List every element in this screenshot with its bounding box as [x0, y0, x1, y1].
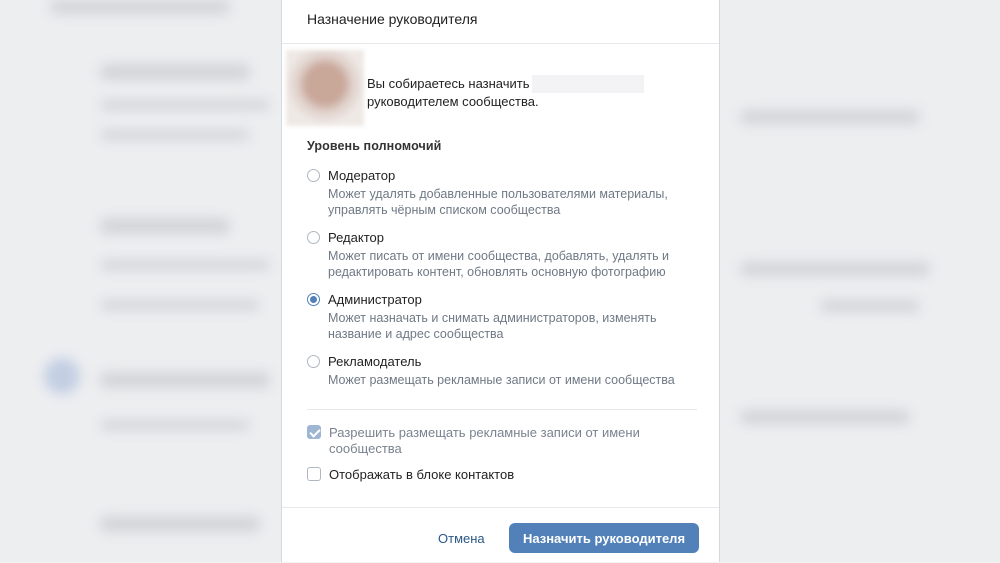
intro-line2: руководителем сообщества. [367, 94, 539, 109]
allow-ads-checkbox[interactable] [307, 425, 321, 439]
show-in-contacts-label: Отображать в блоке контактов [329, 467, 515, 482]
option-title: Модератор [328, 168, 396, 183]
divider [307, 409, 697, 410]
option-title: Администратор [328, 292, 422, 307]
assign-manager-modal: Назначение руководителя Вы собираетесь н… [281, 0, 720, 562]
option-description: Может удалять добавленные пользователями… [328, 187, 668, 217]
moderator-radio[interactable] [307, 169, 320, 182]
permission-level-heading: Уровень полномочий [307, 139, 442, 153]
modal-title: Назначение руководителя [282, 0, 719, 44]
option-description: Может назначать и снимать администраторо… [328, 311, 657, 341]
allow-ads-label: Разрешить размещать рекламные записи от … [329, 425, 640, 456]
administrator-radio[interactable] [307, 293, 320, 306]
option-description: Может размещать рекламные записи от имен… [328, 373, 675, 387]
advertiser-radio[interactable] [307, 355, 320, 368]
option-description: Может писать от имени сообщества, добавл… [328, 249, 670, 279]
cancel-button[interactable]: Отмена [426, 523, 497, 553]
editor-radio[interactable] [307, 231, 320, 244]
intro-block: Вы собираетесь назначить руководителем с… [282, 44, 719, 126]
show-in-contacts-checkbox[interactable] [307, 467, 321, 481]
user-avatar [286, 50, 364, 126]
user-name-hidden [531, 75, 644, 93]
option-title: Редактор [328, 230, 384, 245]
assign-manager-button[interactable]: Назначить руководителя [509, 523, 699, 553]
intro-line1: Вы собираетесь назначить [367, 76, 530, 91]
intro-text: Вы собираетесь назначить руководителем с… [367, 75, 644, 111]
option-title: Рекламодатель [328, 354, 422, 369]
modal-footer: Отмена Назначить руководителя [282, 507, 719, 563]
